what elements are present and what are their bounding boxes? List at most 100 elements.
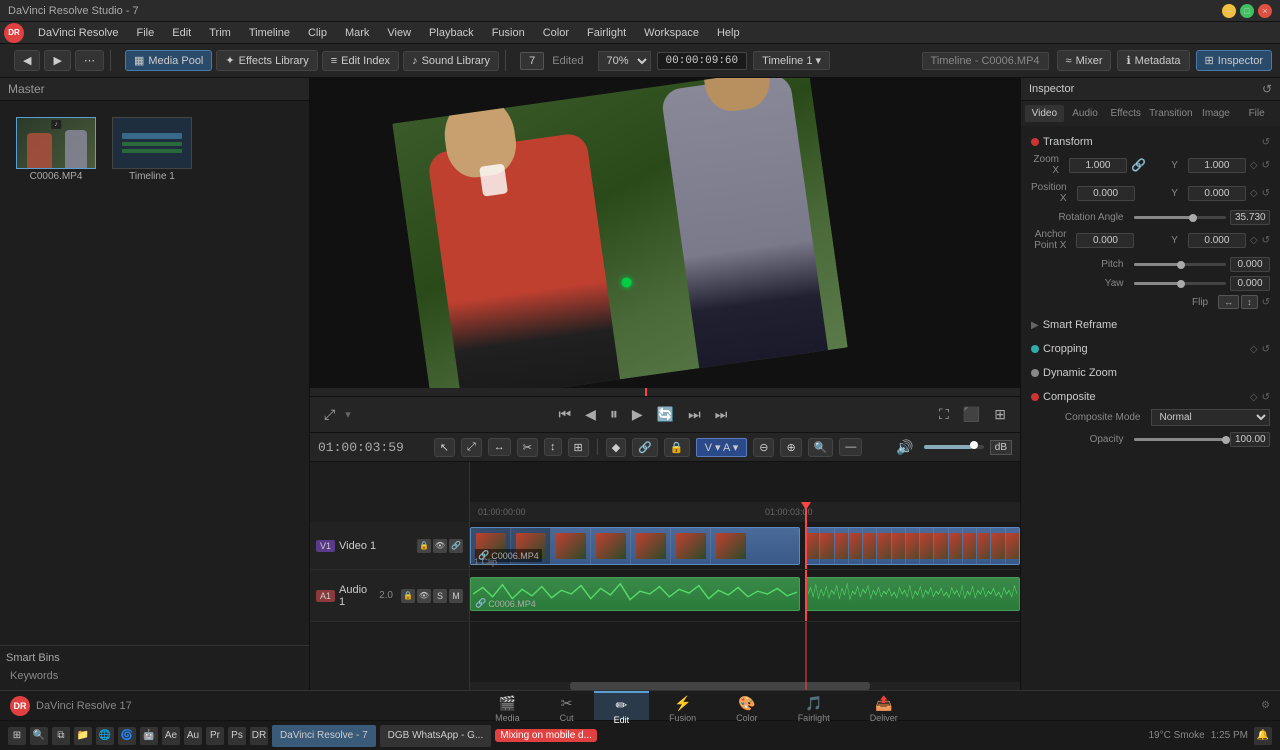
timeline-selector[interactable]: Timeline 1 ▾ [753,51,830,70]
tl-zoom-out[interactable]: ⊖ [753,438,774,457]
tab-effects[interactable]: Effects [1106,105,1145,122]
position-keyframe-btn[interactable]: ↺ [1262,188,1270,199]
close-button[interactable]: × [1258,4,1272,18]
cropping-header[interactable]: Cropping ◇ ↺ [1027,339,1274,359]
davinci-taskbar-app[interactable]: DaVinci Resolve - 7 [272,725,376,747]
rotation-slider[interactable] [1134,216,1227,219]
tl-slip-tool[interactable]: ↕ [544,438,562,456]
track-lock-icon[interactable]: 🔒 [417,539,431,553]
keywords-bin[interactable]: Keywords [6,668,303,684]
smart-reframe-header[interactable]: ▶ Smart Reframe [1027,315,1274,335]
tl-more[interactable]: — [839,438,862,456]
step-back-button[interactable]: ◀ [581,404,600,425]
ai-icon[interactable]: 🤖 [140,727,158,745]
dynamic-zoom-header[interactable]: Dynamic Zoom [1027,363,1274,383]
timeline-scrollbar[interactable] [470,682,1020,690]
nav-tab-fusion[interactable]: ⚡ Fusion [649,691,716,720]
tl-track-selector[interactable]: V ▾ A ▾ [696,438,748,457]
fullscreen-button[interactable]: ⛶ [935,404,953,425]
rotation-value[interactable]: 35.730 [1230,210,1270,225]
notification-center[interactable]: 🔔 [1254,727,1272,745]
output-button[interactable]: ⊞ [990,404,1010,425]
zoom-link-icon[interactable]: 🔗 [1131,158,1146,172]
start-button[interactable]: ⊞ [8,727,26,745]
zoom-keyframe-btn[interactable]: ↺ [1262,160,1270,171]
ae-icon[interactable]: Ae [162,727,180,745]
menu-color[interactable]: Color [535,25,577,41]
flip-v-button[interactable]: ↕ [1241,295,1258,309]
tl-volume-btn[interactable]: 🔊 [892,437,917,458]
audio-clip-rest[interactable] [805,577,1020,611]
tab-file[interactable]: File [1237,105,1276,122]
media-item-c0006[interactable]: ♪ C0006.MP4 [16,117,96,182]
composite-header[interactable]: Composite ◇ ↺ [1027,387,1274,407]
zoom-select[interactable]: 70% [598,51,651,71]
nav-tab-edit[interactable]: ✏ Edit [594,691,650,720]
menu-view[interactable]: View [379,25,419,41]
tab-transition[interactable]: Transition [1147,105,1195,122]
ps-icon[interactable]: Ps [228,727,246,745]
play-forward-button[interactable]: ▶ [628,404,647,425]
inspector-button[interactable]: ⊞ Inspector [1196,50,1272,71]
opacity-value[interactable]: 100.00 [1230,432,1270,447]
nav-tab-color[interactable]: 🎨 Color [716,691,778,720]
pitch-slider[interactable] [1134,263,1227,266]
nav-tab-cut[interactable]: ✂ Cut [540,691,594,720]
nav-tab-fairlight[interactable]: 🎵 Fairlight [778,691,850,720]
mixer-button[interactable]: ≈ Mixer [1057,50,1112,71]
cropping-reset-btn[interactable]: ◇ [1250,344,1258,355]
audio-lock-icon[interactable]: 🔒 [401,589,415,603]
tab-audio[interactable]: Audio [1066,105,1105,122]
preview-expand-button[interactable]: ⤢ [320,404,339,425]
pitch-value[interactable]: 0.000 [1230,257,1270,272]
search-taskbar[interactable]: 🔍 [30,727,48,745]
tl-link-toggle[interactable]: 🔗 [632,438,658,457]
resolve-taskbar-icon[interactable]: DR [250,727,268,745]
tl-zoom-in[interactable]: ⊕ [780,438,801,457]
nav-tab-media[interactable]: 🎬 Media [475,691,540,720]
anchor-reset-btn[interactable]: ◇ [1250,235,1258,246]
tab-image[interactable]: Image [1197,105,1236,122]
menu-trim[interactable]: Trim [201,25,239,41]
go-to-start-button[interactable]: ⏮ [554,404,575,425]
menu-clip[interactable]: Clip [300,25,335,41]
transform-reset-btn[interactable]: ↺ [1262,137,1270,148]
audio-m-icon[interactable]: M [449,589,463,603]
media-thumbnail-c0006[interactable]: ♪ [16,117,96,169]
tl-trim-tool[interactable]: ⤢ [461,438,482,457]
cropping-keyframe-btn[interactable]: ↺ [1262,344,1270,355]
composite-mode-select[interactable]: Normal [1151,409,1271,426]
menu-fairlight[interactable]: Fairlight [579,25,634,41]
anchor-x-value[interactable]: 0.000 [1076,233,1134,248]
zoom-y-value[interactable]: 1.000 [1188,158,1246,173]
position-x-value[interactable]: 0.000 [1077,186,1135,201]
flip-reset-btn[interactable]: ↺ [1262,297,1270,308]
go-to-end-button[interactable]: ⏭ [684,404,705,425]
nav-left-button[interactable]: ◀ [14,50,40,71]
yaw-value[interactable]: 0.000 [1230,276,1270,291]
cinema-mode-button[interactable]: ⬛ [959,404,984,425]
edge-icon[interactable]: 🌀 [118,727,136,745]
play-button[interactable]: ⏸ [606,404,622,426]
tl-position-tool[interactable]: ⊞ [568,438,589,457]
menu-file[interactable]: File [129,25,163,41]
composite-reset-btn[interactable]: ◇ [1250,392,1258,403]
track-link-icon[interactable]: 🔗 [449,539,463,553]
menu-edit[interactable]: Edit [164,25,199,41]
effects-library-button[interactable]: ✦ Effects Library [216,50,317,71]
media-item-timeline1[interactable]: Timeline 1 [112,117,192,182]
tab-video[interactable]: Video [1025,105,1064,122]
track-eye-icon[interactable]: 👁 [433,539,447,553]
file-explorer-icon[interactable]: 📁 [74,727,92,745]
tl-search[interactable]: 🔍 [808,438,834,457]
edit-index-button[interactable]: ≡ Edit Index [322,51,399,71]
menu-davinci[interactable]: DaVinci Resolve [30,25,127,41]
transform-header[interactable]: Transform ↺ [1027,132,1274,152]
composite-keyframe-btn[interactable]: ↺ [1262,392,1270,403]
menu-timeline[interactable]: Timeline [241,25,298,41]
menu-workspace[interactable]: Workspace [636,25,707,41]
tl-snap[interactable]: 🔒 [664,438,690,457]
yaw-slider[interactable] [1134,282,1227,285]
anchor-y-value[interactable]: 0.000 [1188,233,1246,248]
position-reset-btn[interactable]: ◇ [1250,188,1258,199]
